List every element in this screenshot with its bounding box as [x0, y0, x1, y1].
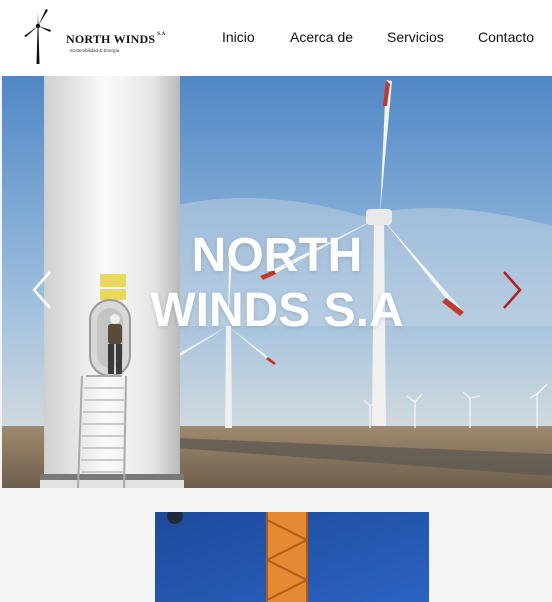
chevron-left-icon	[32, 271, 51, 309]
hero-slider: NORTH WINDS S.A	[2, 76, 552, 488]
content-section	[0, 488, 552, 602]
nav-item-acerca-de[interactable]: Acerca de	[290, 29, 353, 45]
hero-title-line-2: WINDS S.A	[150, 284, 404, 337]
crane-photo	[155, 512, 429, 602]
nav-item-inicio[interactable]: Inicio	[222, 29, 255, 45]
wind-turbine-logo-icon	[24, 9, 51, 64]
site-header: NORTH WINDS S.A Sostenibilidad & Energía …	[0, 0, 552, 76]
slider-next-button[interactable]	[500, 270, 524, 310]
hero-title: NORTH WINDS S.A	[2, 228, 552, 338]
chevron-right-icon	[503, 271, 522, 309]
brand-name: NORTH WINDS S.A	[66, 32, 166, 46]
hero-title-line-1: NORTH	[191, 229, 363, 282]
nav-item-servicios[interactable]: Servicios	[387, 29, 444, 45]
nav-item-contacto[interactable]: Contacto	[478, 29, 534, 45]
brand-tagline: Sostenibilidad & Energía	[70, 48, 120, 53]
slider-prev-button[interactable]	[30, 270, 54, 310]
crane-image	[155, 512, 429, 602]
site-logo[interactable]: NORTH WINDS S.A Sostenibilidad & Energía	[18, 6, 165, 66]
